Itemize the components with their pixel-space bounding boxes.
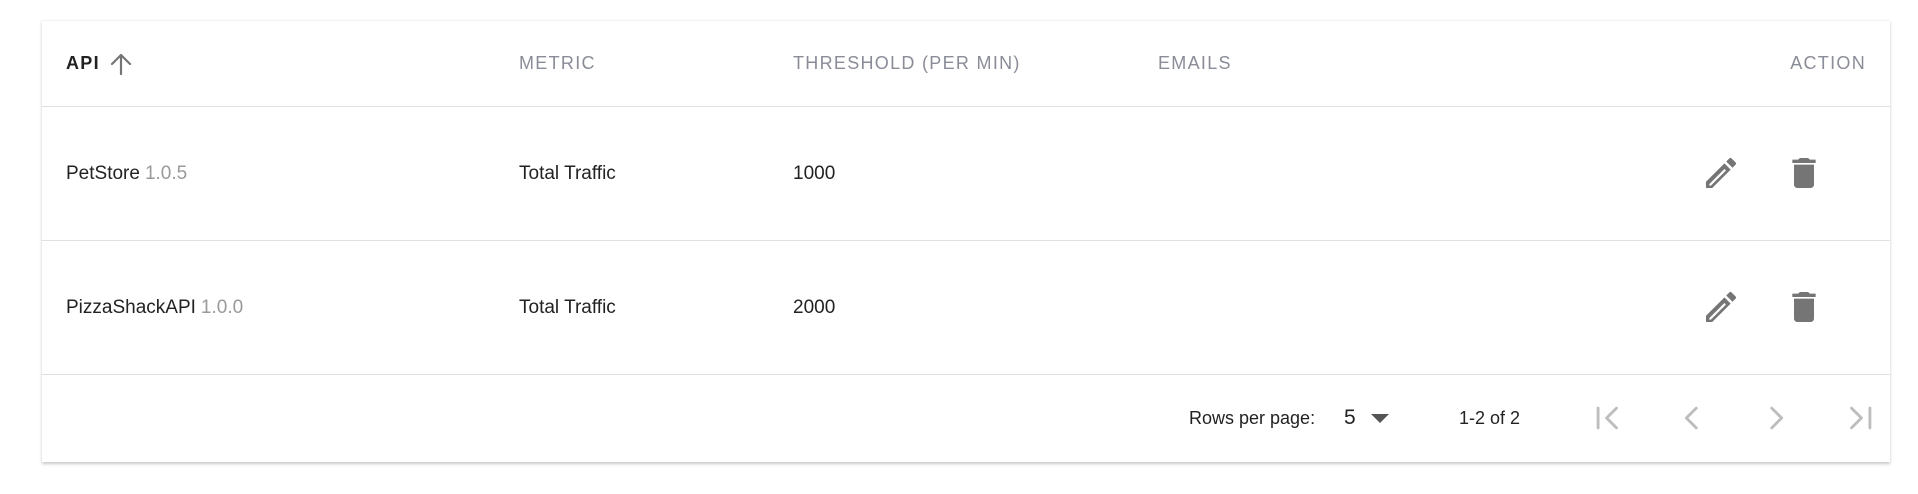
pencil-icon bbox=[1706, 157, 1737, 188]
api-cell: PetStore 1.0.5 bbox=[66, 107, 187, 240]
trash-icon bbox=[1792, 158, 1816, 188]
alerts-table-card: API METRIC THRESHOLD (PER MIN) EMAILS AC… bbox=[42, 20, 1890, 462]
rows-per-page-label: Rows per page: bbox=[1189, 407, 1316, 428]
prev-page-icon bbox=[1684, 406, 1698, 430]
edit-button[interactable] bbox=[1693, 145, 1749, 201]
table-row: PetStore 1.0.5 Total Traffic 1000 bbox=[42, 107, 1890, 241]
metric-cell: Total Traffic bbox=[519, 296, 616, 318]
column-header-metric[interactable]: METRIC bbox=[519, 21, 596, 106]
metric-cell: Total Traffic bbox=[519, 162, 616, 184]
pencil-icon bbox=[1706, 291, 1737, 322]
edit-button[interactable] bbox=[1693, 279, 1749, 335]
column-header-threshold[interactable]: THRESHOLD (PER MIN) bbox=[793, 21, 1021, 106]
next-page-icon bbox=[1770, 406, 1784, 430]
previous-page-button[interactable] bbox=[1664, 390, 1720, 446]
first-page-button[interactable] bbox=[1580, 390, 1636, 446]
delete-button[interactable] bbox=[1776, 279, 1832, 335]
table-row: PizzaShackAPI 1.0.0 Total Traffic 2000 bbox=[42, 241, 1890, 375]
api-name: PetStore bbox=[66, 162, 140, 184]
rows-per-page-value: 5 bbox=[1344, 406, 1356, 429]
threshold-cell: 1000 bbox=[793, 162, 836, 184]
trash-icon bbox=[1792, 292, 1816, 322]
last-page-button[interactable] bbox=[1832, 390, 1888, 446]
table-pagination: Rows per page: 5 1-2 of 2 bbox=[42, 375, 1890, 461]
last-page-icon bbox=[1850, 406, 1872, 430]
delete-button[interactable] bbox=[1776, 145, 1832, 201]
first-page-icon bbox=[1596, 406, 1618, 430]
next-page-button[interactable] bbox=[1748, 390, 1804, 446]
api-cell: PizzaShackAPI 1.0.0 bbox=[66, 241, 243, 374]
threshold-cell: 2000 bbox=[793, 296, 836, 318]
rows-per-page-select[interactable]: 5 bbox=[1344, 375, 1390, 461]
column-header-api[interactable]: API bbox=[66, 21, 132, 106]
column-header-emails[interactable]: EMAILS bbox=[1158, 21, 1232, 106]
api-version: 1.0.5 bbox=[144, 162, 188, 184]
pagination-range: 1-2 of 2 bbox=[1459, 407, 1521, 428]
table-header-row: API METRIC THRESHOLD (PER MIN) EMAILS AC… bbox=[42, 21, 1890, 107]
column-header-action: ACTION bbox=[1790, 53, 1866, 73]
api-name: PizzaShackAPI bbox=[66, 296, 196, 318]
column-header-api-label: API bbox=[66, 53, 100, 73]
caret-down-icon bbox=[1370, 414, 1389, 423]
arrow-up-icon[interactable] bbox=[110, 52, 132, 76]
api-version: 1.0.0 bbox=[200, 296, 244, 318]
